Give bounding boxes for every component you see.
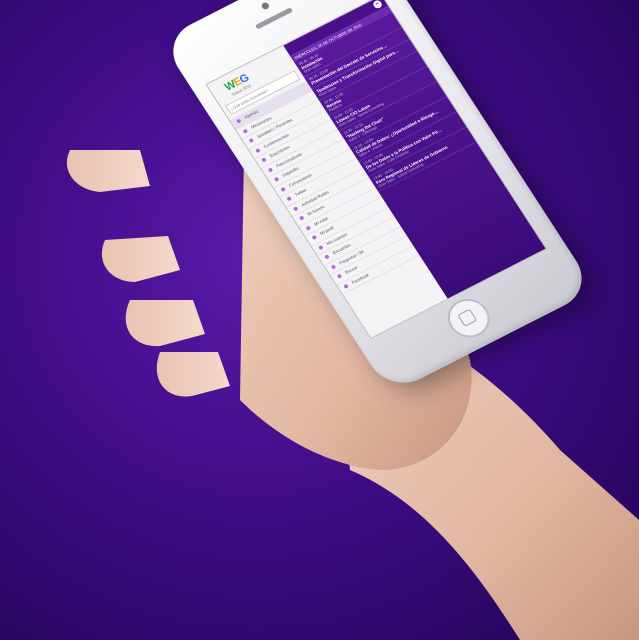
profile-icon — [311, 234, 318, 241]
share-icon — [292, 205, 299, 211]
photo-scene: WEG Sobre 2016 ¿Qué estás buscando? Agen… — [0, 0, 639, 640]
close-icon[interactable]: × — [371, 0, 384, 10]
search-icon — [336, 273, 343, 279]
speaker-icon — [248, 137, 255, 144]
twitter-icon — [286, 196, 293, 202]
calendar-icon — [235, 118, 242, 124]
store-icon — [261, 157, 267, 163]
survey-icon — [324, 254, 330, 260]
vote-icon — [305, 225, 311, 231]
lightbulb-icon — [273, 176, 280, 182]
question-icon — [330, 263, 337, 270]
speaker-grille — [254, 7, 294, 30]
clock-icon — [298, 215, 305, 221]
account-icon — [317, 244, 324, 250]
mic-icon — [254, 147, 261, 153]
megaphone-icon — [279, 186, 286, 192]
facebook-icon — [342, 283, 349, 289]
home-button[interactable] — [439, 292, 498, 345]
front-camera-icon — [260, 1, 271, 11]
person-icon — [242, 128, 248, 134]
star-icon — [267, 166, 274, 173]
